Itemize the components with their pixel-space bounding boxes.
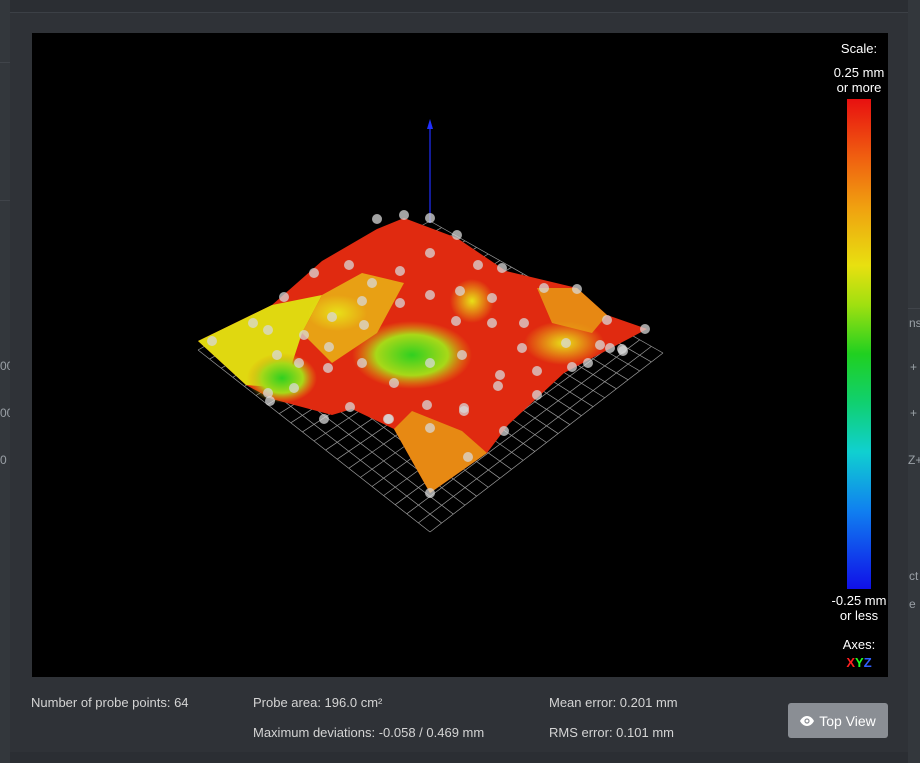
probe-point-marker xyxy=(309,268,319,278)
probe-point-marker xyxy=(463,452,473,462)
max-deviations: Maximum deviations: -0.058 / 0.469 mm xyxy=(253,725,485,740)
background-fragment: e xyxy=(909,597,916,611)
probe-point-marker xyxy=(263,325,273,335)
probe-point-marker xyxy=(572,284,582,294)
probe-point-marker xyxy=(487,293,497,303)
probe-point-marker xyxy=(372,214,382,224)
probe-point-marker xyxy=(497,263,507,273)
probe-point-marker xyxy=(279,292,289,302)
probe-point-marker xyxy=(344,260,354,270)
axis-z-label: Z xyxy=(863,655,872,670)
probe-point-marker xyxy=(495,370,505,380)
probe-point-marker xyxy=(289,383,299,393)
probe-point-marker xyxy=(457,350,467,360)
axis-x-label: X xyxy=(846,655,856,670)
probe-point-marker xyxy=(561,338,571,348)
probe-point-marker xyxy=(422,400,432,410)
background-divider xyxy=(908,308,920,309)
background-fragment: ct xyxy=(909,569,919,583)
probe-point-marker xyxy=(324,342,334,352)
probe-point-marker xyxy=(532,390,542,400)
top-view-label: Top View xyxy=(819,712,876,729)
probe-point-marker xyxy=(425,423,435,433)
axes-legend: XYZ xyxy=(819,655,899,670)
heightmap-3d-viewer[interactable]: Scale: 0.25 mm or more -0.25 mm or less … xyxy=(32,33,888,677)
z-axis-arrowhead xyxy=(427,119,433,129)
background-fragment: + xyxy=(910,406,918,420)
probe-points-count: Number of probe points: 64 xyxy=(31,695,189,710)
probe-point-marker xyxy=(602,315,612,325)
probe-point-marker xyxy=(399,210,409,220)
probe-point-marker xyxy=(299,330,309,340)
probe-point-marker xyxy=(357,296,367,306)
background-left-column xyxy=(0,0,10,763)
probe-point-marker xyxy=(617,344,627,354)
probe-point-marker xyxy=(425,213,435,223)
scale-max-label: 0.25 mm or more xyxy=(833,65,885,95)
mean-error: Mean error: 0.201 mm xyxy=(549,695,678,710)
probe-point-marker xyxy=(345,402,355,412)
probe-point-marker xyxy=(452,230,462,240)
probe-point-marker xyxy=(583,358,593,368)
probe-point-marker xyxy=(425,358,435,368)
probe-point-marker xyxy=(367,278,377,288)
axes-title: Axes: xyxy=(842,637,876,652)
probe-point-marker xyxy=(319,414,329,424)
probe-point-marker xyxy=(272,350,282,360)
color-scale-bar xyxy=(847,99,871,589)
background-fragment: 0 xyxy=(0,453,7,467)
probe-point-marker xyxy=(459,406,469,416)
probe-point-marker xyxy=(327,312,337,322)
probe-point-marker xyxy=(532,366,542,376)
probe-point-marker xyxy=(640,324,650,334)
probe-point-marker xyxy=(425,248,435,258)
probe-point-marker xyxy=(384,414,394,424)
probe-point-marker xyxy=(265,396,275,406)
probe-point-marker xyxy=(294,358,304,368)
eye-icon xyxy=(800,715,815,726)
probe-point-marker xyxy=(567,362,577,372)
probe-point-marker xyxy=(389,378,399,388)
probe-area: Probe area: 196.0 cm² xyxy=(253,695,383,710)
probe-point-marker xyxy=(207,336,217,346)
background-fragment: Z+ xyxy=(908,453,920,467)
scale-min-label: -0.25 mm or less xyxy=(831,593,887,623)
probe-point-marker xyxy=(519,318,529,328)
background-divider xyxy=(0,62,10,63)
probe-point-marker xyxy=(248,318,258,328)
background-fragment: ns xyxy=(909,316,920,330)
background-right-column xyxy=(908,0,920,763)
probe-point-marker xyxy=(395,266,405,276)
probe-point-marker xyxy=(487,318,497,328)
probe-point-marker xyxy=(473,260,483,270)
axis-y-label: Y xyxy=(855,655,864,670)
background-divider xyxy=(0,200,10,201)
probe-point-marker xyxy=(359,320,369,330)
probe-point-marker xyxy=(451,316,461,326)
heightmap-surface[interactable] xyxy=(32,33,888,677)
top-view-button[interactable]: Top View xyxy=(788,703,888,738)
background-fragment: + xyxy=(910,360,918,374)
rms-error: RMS error: 0.101 mm xyxy=(549,725,674,740)
probe-point-marker xyxy=(605,343,615,353)
scale-title: Scale: xyxy=(840,41,878,56)
probe-point-marker xyxy=(595,340,605,350)
probe-point-marker xyxy=(323,363,333,373)
probe-point-marker xyxy=(499,426,509,436)
probe-point-marker xyxy=(425,290,435,300)
probe-point-marker xyxy=(425,488,435,498)
probe-point-marker xyxy=(395,298,405,308)
probe-point-marker xyxy=(539,283,549,293)
probe-point-marker xyxy=(455,286,465,296)
probe-point-marker xyxy=(357,358,367,368)
probe-point-marker xyxy=(517,343,527,353)
probe-point-marker xyxy=(493,381,503,391)
